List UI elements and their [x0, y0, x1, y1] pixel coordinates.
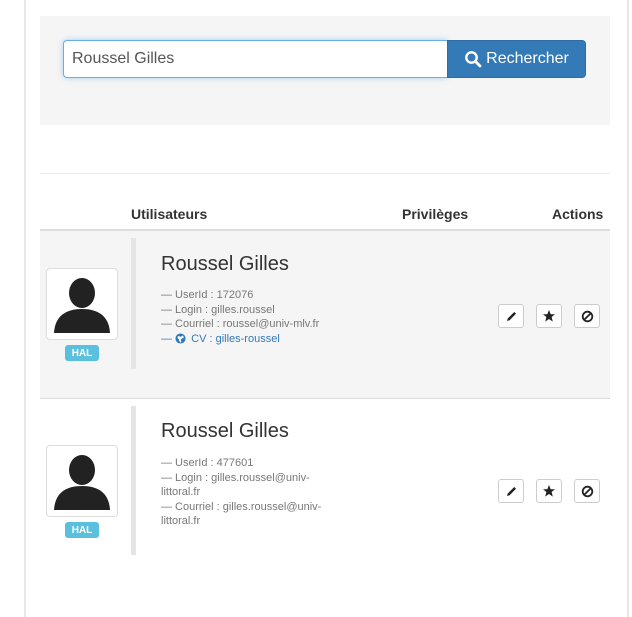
user-name: Roussel Gilles — [161, 420, 289, 442]
column-header-privileges: Privilèges — [402, 206, 469, 222]
user-name: Roussel Gilles — [161, 253, 289, 275]
avatar — [46, 268, 118, 340]
column-header-users: Utilisateurs — [131, 206, 208, 222]
user-silhouette-icon — [54, 455, 110, 510]
pencil-icon — [506, 311, 516, 321]
page-left-border — [24, 0, 26, 617]
globe-icon — [175, 332, 186, 344]
ban-icon — [581, 310, 593, 322]
user-email: — Courriel : gilles.roussel@univ-littora… — [161, 500, 322, 528]
avatar — [46, 445, 118, 517]
search-input[interactable] — [63, 40, 447, 78]
disable-button[interactable] — [574, 479, 600, 503]
page-right-border — [627, 0, 629, 617]
user-login: — Login : gilles.roussel — [161, 303, 275, 316]
search-panel: Rechercher — [40, 16, 610, 125]
search-icon — [465, 51, 482, 68]
cv-link[interactable]: — CV : gilles-roussel — [161, 332, 319, 347]
favorite-button[interactable] — [536, 479, 562, 503]
user-id: — UserId : 172076 — [161, 289, 254, 301]
edit-button[interactable] — [498, 479, 524, 503]
user-login: — Login : gilles.roussel@univ-littoral.f… — [161, 471, 310, 499]
cv-link-label: CV : gilles-roussel — [191, 332, 280, 345]
star-icon — [543, 310, 555, 322]
row-accent-bar — [131, 238, 136, 369]
disable-button[interactable] — [574, 304, 600, 328]
cv-prefix: — — [161, 332, 176, 345]
section-divider — [40, 173, 610, 174]
user-details: — UserId : 477601 — Login : gilles.rouss… — [161, 456, 346, 529]
user-id: — UserId : 477601 — [161, 457, 254, 469]
column-header-actions: Actions — [552, 206, 604, 222]
row-accent-bar — [131, 406, 136, 555]
search-button-label: Rechercher — [486, 50, 569, 67]
edit-button[interactable] — [498, 304, 524, 328]
hal-badge: HAL — [65, 345, 99, 361]
favorite-button[interactable] — [536, 304, 562, 328]
star-icon — [543, 485, 555, 497]
table-row: HAL Roussel Gilles — UserId : 172076 — L… — [40, 231, 610, 399]
hal-badge: HAL — [65, 522, 99, 538]
user-email: — Courriel : roussel@univ-mlv.fr — [161, 318, 320, 330]
search-button[interactable]: Rechercher — [447, 40, 586, 78]
table-row: HAL Roussel Gilles — UserId : 477601 — L… — [40, 399, 610, 569]
user-silhouette-icon — [54, 278, 110, 333]
ban-icon — [581, 485, 593, 497]
user-details: — UserId : 172076 — Login : gilles.rouss… — [161, 288, 319, 346]
pencil-icon — [506, 486, 516, 496]
